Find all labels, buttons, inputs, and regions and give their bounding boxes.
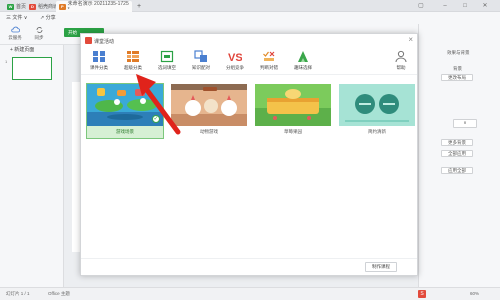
slides-panel: + 新建页面 1: [0, 45, 64, 287]
make-course-button[interactable]: 制作课程: [365, 262, 397, 272]
cloud-label: 云服务: [8, 35, 22, 40]
slide-thumbnail[interactable]: [12, 57, 52, 80]
status-bar: 幻灯片 1 / 1 Office 主题 S 60%: [0, 287, 500, 300]
apply-all-button[interactable]: 全部应用: [441, 150, 473, 157]
sync-icon: [35, 26, 44, 34]
slide-number: 1: [5, 59, 8, 64]
sort-icon: [126, 50, 140, 63]
new-page-button[interactable]: + 新建页面: [10, 46, 34, 53]
cloud-button[interactable]: 云服务: [4, 26, 26, 41]
tab-docer-label: 稻壳商城: [38, 4, 59, 10]
svg-text:VS: VS: [228, 52, 242, 63]
panel-title: 效果与背景: [447, 50, 470, 55]
choice-icon: [296, 50, 310, 63]
tool-fun-choice[interactable]: 趣味选择: [285, 50, 321, 71]
presentation-icon: P: [59, 3, 66, 10]
template-preview-strawberry: [255, 84, 331, 126]
reset-all-button[interactable]: 应用全部: [441, 167, 473, 174]
tab-bar: W 首页 D 稻壳商城 P 未命名演示 20211235-1725 * + ▢ …: [0, 0, 500, 13]
minimize-button[interactable]: –: [440, 2, 450, 10]
background-dropdown[interactable]: ∨: [453, 119, 477, 128]
close-icon[interactable]: ×: [408, 36, 413, 44]
tool-label: 趣味选择: [294, 65, 312, 70]
template-card-strawberry[interactable]: 草莓果园: [255, 84, 331, 138]
tool-judge[interactable]: 判断对错: [251, 50, 287, 71]
status-theme: Office 主题: [48, 291, 70, 296]
docer-icon: D: [29, 3, 36, 10]
tool-label: 分组竞争: [226, 65, 244, 70]
template-preview-simple: [339, 84, 415, 126]
menu-share[interactable]: ↗ 分享: [40, 14, 56, 21]
help-label: 帮助: [396, 65, 406, 70]
more-background-button[interactable]: 更多背景: [441, 139, 473, 146]
tool-label: 判断对错: [260, 65, 278, 70]
match-icon: [194, 50, 208, 63]
template-label: 草莓果园: [255, 126, 331, 138]
cloud-icon: [10, 26, 20, 34]
judge-icon: [262, 50, 276, 63]
annotation-arrow-icon: [136, 74, 181, 135]
sync-label: 同步: [34, 35, 44, 40]
template-card-simple[interactable]: 简约清新: [339, 84, 415, 138]
grid-icon: [92, 50, 106, 63]
help-button[interactable]: 帮助: [385, 50, 417, 71]
tab-list-icon[interactable]: ▢: [416, 2, 426, 10]
activity-logo-icon: [85, 37, 92, 44]
sogou-input-icon[interactable]: S: [418, 290, 426, 298]
menu-bar: 三 文件 ∨ ↗ 分享: [0, 12, 500, 24]
help-user-icon: [394, 50, 408, 63]
maximize-button[interactable]: □: [460, 2, 470, 10]
tab-document[interactable]: P 未命名演示 20211235-1725 *: [56, 1, 132, 13]
menu-file[interactable]: 三 文件 ∨: [6, 14, 27, 21]
footer-divider: [81, 258, 417, 259]
tab-home-label: 首页: [16, 4, 27, 10]
menu-share-label: 分享: [45, 15, 56, 21]
status-page: 幻灯片 1 / 1: [6, 291, 30, 296]
fill-blank-icon: [160, 50, 174, 63]
start-tab-label: 开始: [68, 30, 77, 35]
tool-label: 课件分类: [90, 65, 108, 70]
new-tab-button[interactable]: +: [134, 1, 144, 12]
wps-logo-icon: W: [7, 3, 14, 10]
vs-icon: VS: [228, 50, 242, 63]
tool-courseware-classify[interactable]: 课件分类: [81, 50, 117, 71]
dialog-title: 课堂活动: [94, 39, 115, 45]
template-label: 简约清新: [339, 126, 415, 138]
tool-group-compete[interactable]: VS 分组竞争: [217, 50, 253, 71]
sync-button[interactable]: 同步: [28, 26, 50, 41]
close-window-button[interactable]: ✕: [480, 2, 490, 10]
change-layout-button[interactable]: 更改布局: [441, 74, 473, 81]
background-label: 背景: [453, 66, 462, 71]
properties-panel: 效果与背景 背景 更改布局 ∨ 更多背景 全部应用 应用全部: [418, 24, 500, 287]
zoom-level: 60%: [470, 291, 480, 296]
dialog-header: 课堂活动 ×: [81, 34, 417, 48]
